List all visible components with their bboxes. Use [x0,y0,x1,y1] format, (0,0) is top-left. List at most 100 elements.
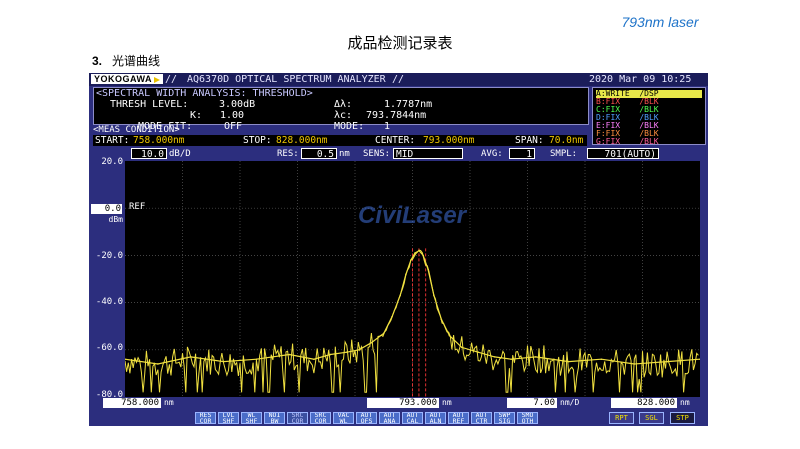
x-start-unit: nm [164,398,174,407]
title-bar: YOKOGAWA // AQ6370D OPTICAL SPECTRUM ANA… [89,73,708,86]
avg-label: AVG: [481,149,503,159]
osa-screen: YOKOGAWA // AQ6370D OPTICAL SPECTRUM ANA… [89,73,708,426]
x-per-div-box[interactable]: 7.00 [507,398,557,408]
span-label: SPAN: [515,135,544,146]
trace-point [440,318,443,320]
x-center-unit: nm [442,398,452,407]
softkey-aut-ofs[interactable]: AUT OFS [356,412,377,424]
watermark-logo: CiviLaser [358,202,468,229]
scale-unit: dB/D [169,149,191,159]
meas-condition-label: <MEAS CONDITION> [93,125,180,135]
title-bar-sep-right: // [392,74,405,85]
softkey-aut-aln[interactable]: AUT ALN [425,412,446,424]
trace-point [157,363,159,365]
trace-point [493,356,496,358]
soft-key-row: RES COR LVL SHF WL SHF NOI BW SRC COR SRC COR … [89,411,708,426]
avg-value[interactable]: 1 [509,148,535,160]
single-button[interactable]: SGL [639,412,664,424]
trace-point [410,259,412,261]
softkey-aut-ref[interactable]: AUT REF [448,412,469,424]
trace-point [288,353,291,356]
trace-point [405,273,407,276]
trace-point [600,358,603,361]
stop-value[interactable]: 828.000nm [276,135,327,146]
trace-point [422,254,424,257]
x-center-box[interactable]: 793.000 [367,398,439,408]
section-heading: 3. 光谱曲线 [92,52,160,69]
stop-label: STOP: [243,135,272,146]
center-label: CENTER: [375,135,416,146]
res-label: RES: [277,149,299,159]
k-value: 1.00 [220,110,245,121]
trace-point [414,252,416,254]
trace-point [382,332,385,335]
y-tick-label: 20.0 [101,157,123,167]
softkey-aut-ana[interactable]: AUT ANA [379,412,400,424]
trace-point [448,334,451,337]
softkey-src-cor-2[interactable]: SRC COR [310,412,331,424]
trace-row-g[interactable]: G:FIX /BLK [596,138,659,146]
start-value[interactable]: 758.000nm [133,135,184,146]
trace-point [477,351,480,353]
k-label: K: [190,110,203,121]
trace-point [427,268,429,271]
softkey-noi-bw[interactable]: NOI BW [264,412,285,424]
softkey-src-cor[interactable]: SRC COR [287,412,308,424]
res-value[interactable]: 0.5 [301,148,337,160]
ref-level-box[interactable]: 0.0 [91,204,122,214]
softkey-vac-wl[interactable]: VAC WL [333,412,354,424]
start-label: START: [95,135,130,146]
sens-value[interactable]: MID [393,148,463,160]
brand-logo: YOKOGAWA [91,74,164,84]
softkey-res-cor[interactable]: RES COR [195,412,216,424]
softkey-aut-ctr[interactable]: AUT CTR [471,412,492,424]
trace-point [345,351,348,353]
trace-point [358,349,360,351]
y-tick-label: -20.0 [95,251,123,261]
delta-lambda-value: 1.7787nm [384,99,433,110]
trace-point [633,363,636,365]
sens-label: SENS: [363,149,391,159]
softkey-aut-cal[interactable]: AUT CAL [402,412,423,424]
mode-value: 1 [384,121,391,132]
trace-point [189,356,192,358]
trace-point [418,249,420,252]
y-tick-label: -60.0 [95,343,123,353]
trace-noise-floor [124,249,699,393]
scale-value[interactable]: 10.0 [131,148,167,160]
trace-point [313,358,315,361]
trace-panel[interactable]: A:WRITE /DSP B:FIX /BLK C:FIX /BLK D:FIX… [592,87,706,146]
repeat-button[interactable]: RPT [609,412,634,424]
instrument-model: AQ6370D OPTICAL SPECTRUM ANALYZER [187,74,386,85]
analysis-panel: <SPECTRAL WIDTH ANALYSIS: THRESHOLD> THR… [93,87,589,132]
trace-point [391,315,393,318]
parameter-bar: 10.0 dB/D RES: 0.5 nm SENS: MID AVG: 1 S… [93,148,704,160]
softkey-wl-shf[interactable]: WL SHF [241,412,262,424]
header-tag: 793nm laser [621,14,699,30]
thresh-value: 3.00dB [219,99,256,110]
spectrum-plot[interactable]: REF CiviLaser [124,161,701,397]
trace-point [567,360,570,363]
span-value[interactable]: 70.0nm [549,135,583,146]
center-value[interactable]: 793.000nm [423,135,474,146]
yokogawa-mark-icon [154,76,161,83]
stop-button[interactable]: STP [670,412,695,424]
mode-label: MODE: [334,121,365,132]
trace-point [433,294,435,297]
trace-point [329,353,332,356]
trace-point [534,356,537,358]
spectrum-chart: REF CiviLaser [124,161,701,397]
smpl-value[interactable]: 701(AUTO) [587,148,659,160]
trace-point [510,358,512,361]
softkey-swp-sig[interactable]: SWP SIG [494,412,515,424]
x-stop-box[interactable]: 828.000 [611,398,677,408]
res-unit: nm [339,149,350,159]
ref-unit: dBm [108,215,123,224]
x-start-box[interactable]: 758.000 [103,398,161,408]
title-bar-sep-left: // [165,74,178,85]
softkey-lvl-shf[interactable]: LVL SHF [218,412,239,424]
softkey-smo-oth[interactable]: SMO OTH [517,412,538,424]
document-title: 成品检测记录表 [347,34,453,52]
smpl-label: SMPL: [550,149,578,159]
trace-point [460,346,463,349]
